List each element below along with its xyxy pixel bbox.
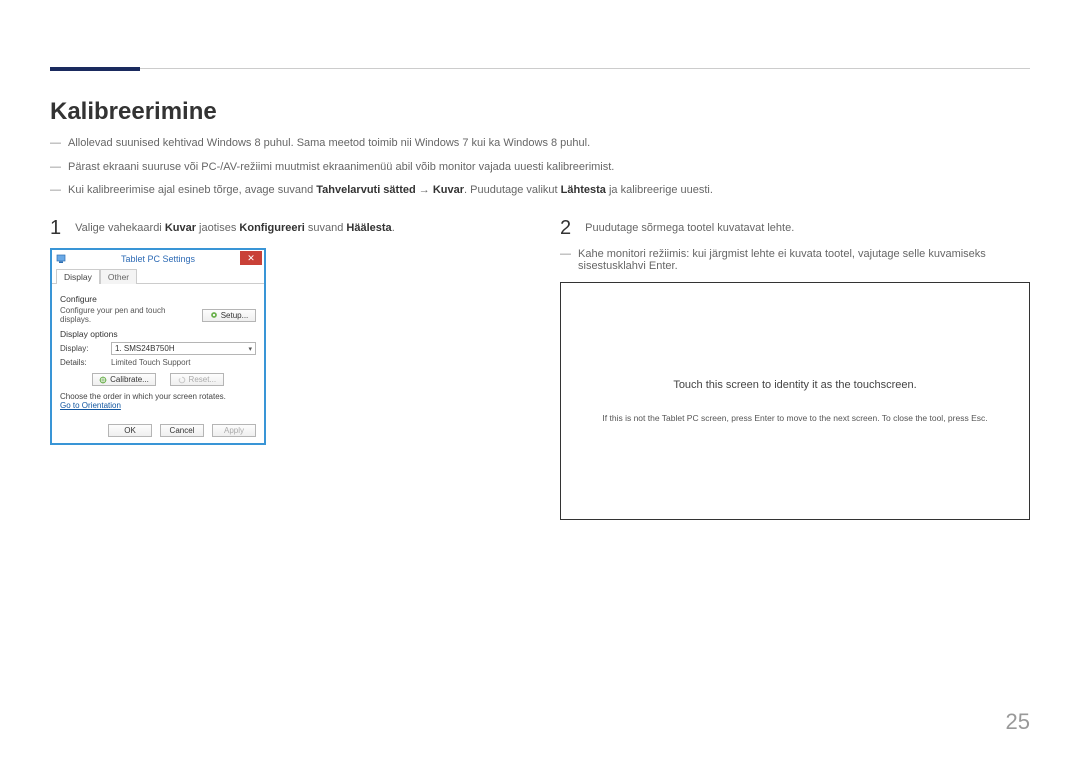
reset-icon <box>178 376 186 384</box>
b3-post: ja kalibreerige uuesti. <box>606 184 713 196</box>
calibrate-button[interactable]: Calibrate... <box>92 373 156 386</box>
chevron-down-icon: ▾ <box>248 345 252 353</box>
reset-button[interactable]: Reset... <box>170 373 224 386</box>
header-rule <box>50 68 1030 69</box>
configure-text: Configure your pen and touch displays. <box>60 306 175 324</box>
b3-arrow: → <box>416 184 433 196</box>
b3-pre: Kui kalibreerimise ajal esineb tõrge, av… <box>68 184 316 196</box>
s1-w2: Konfigureeri <box>239 222 304 234</box>
target-icon <box>99 376 107 384</box>
step1-head: 1 Valige vahekaardi Kuvar jaotises Konfi… <box>50 218 530 238</box>
s1-pre: Valige vahekaardi <box>75 222 165 234</box>
bullet-2: Pärast ekraani suuruse või PC-/AV-režiim… <box>50 159 1030 177</box>
b3-strong-2: Kuvar <box>433 184 464 196</box>
header-accent <box>50 67 140 71</box>
tablet-pc-settings-dialog: Tablet PC Settings ✕ Display Other Confi… <box>50 248 266 445</box>
setup-button-label: Setup... <box>221 311 249 320</box>
dialog-titlebar: Tablet PC Settings ✕ <box>52 250 264 268</box>
intro-bullets: Allolevad suunised kehtivad Windows 8 pu… <box>50 135 1030 206</box>
reset-button-label: Reset... <box>189 375 217 384</box>
calibrate-button-label: Calibrate... <box>110 375 149 384</box>
ok-button[interactable]: OK <box>108 424 152 437</box>
dialog-actions: OK Cancel Apply <box>52 418 264 443</box>
bullet-1: Allolevad suunised kehtivad Windows 8 pu… <box>50 135 1030 153</box>
b3-mid: . Puudutage valikut <box>464 184 561 196</box>
page-title: Kalibreerimine <box>50 98 217 126</box>
display-select-value: 1. SMS24B750H <box>115 344 175 353</box>
touchscreen-main-text: Touch this screen to identity it as the … <box>673 379 916 391</box>
s1-m1: jaotises <box>196 222 239 234</box>
page-number: 25 <box>1006 709 1030 735</box>
b3-strong-3: Lähtesta <box>561 184 606 196</box>
step2-head: 2 Puudutage sõrmega tootel kuvatavat leh… <box>560 218 1030 238</box>
details-value: Limited Touch Support <box>111 358 190 367</box>
go-to-orientation-link[interactable]: Go to Orientation <box>60 401 256 410</box>
s1-post: . <box>392 222 395 234</box>
tab-display[interactable]: Display <box>56 269 100 284</box>
step1-text: Valige vahekaardi Kuvar jaotises Konfigu… <box>75 218 395 234</box>
calibrate-reset-row: Calibrate... Reset... <box>60 373 256 386</box>
b3-strong-1: Tahvelarvuti sätted <box>316 184 415 196</box>
column-left: 1 Valige vahekaardi Kuvar jaotises Konfi… <box>50 218 530 520</box>
dialog-tabstrip: Display Other <box>52 268 264 284</box>
details-row: Details: Limited Touch Support <box>60 358 256 367</box>
touchscreen-sub-text: If this is not the Tablet PC screen, pre… <box>602 413 987 423</box>
bullet-3: Kui kalibreerimise ajal esineb tõrge, av… <box>50 182 1030 200</box>
rotation-order-text: Choose the order in which your screen ro… <box>60 392 256 401</box>
gear-icon <box>210 311 218 319</box>
step2-text: Puudutage sõrmega tootel kuvatavat lehte… <box>585 218 794 234</box>
step1-number: 1 <box>50 218 61 238</box>
configure-row: Configure your pen and touch displays. S… <box>60 306 256 324</box>
dialog-title: Tablet PC Settings <box>52 254 264 264</box>
apply-button[interactable]: Apply <box>212 424 256 437</box>
column-right: 2 Puudutage sõrmega tootel kuvatavat leh… <box>560 218 1030 520</box>
dialog-body: Configure Configure your pen and touch d… <box>52 284 264 418</box>
step2-number: 2 <box>560 218 571 238</box>
cancel-button[interactable]: Cancel <box>160 424 204 437</box>
touchscreen-pane: Touch this screen to identity it as the … <box>560 282 1030 520</box>
columns: 1 Valige vahekaardi Kuvar jaotises Konfi… <box>50 218 1030 520</box>
display-select-row: Display: 1. SMS24B750H ▾ <box>60 342 256 355</box>
display-select[interactable]: 1. SMS24B750H ▾ <box>111 342 256 355</box>
details-label: Details: <box>60 358 105 367</box>
s1-w3: Häälesta <box>346 222 391 234</box>
s1-m2: suvand <box>305 222 347 234</box>
display-options-title: Display options <box>60 329 256 339</box>
configure-group-title: Configure <box>60 294 256 304</box>
close-icon[interactable]: ✕ <box>240 251 262 265</box>
display-label: Display: <box>60 344 105 353</box>
s1-w1: Kuvar <box>165 222 196 234</box>
step2-note: Kahe monitori režiimis: kui järgmist leh… <box>560 248 1030 272</box>
setup-button[interactable]: Setup... <box>202 309 256 322</box>
tab-other[interactable]: Other <box>100 269 137 284</box>
